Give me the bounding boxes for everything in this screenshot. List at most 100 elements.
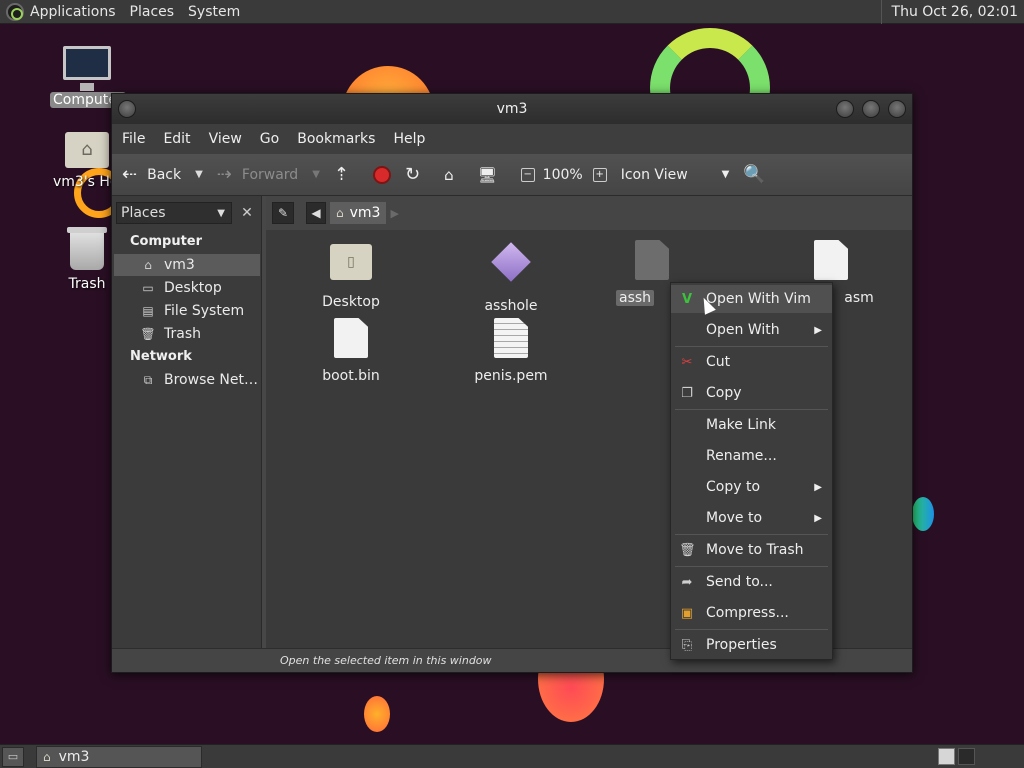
edit-icon: ✎ bbox=[277, 206, 289, 220]
drive-icon: ▤ bbox=[142, 304, 154, 318]
menu-go[interactable]: Go bbox=[260, 131, 279, 147]
up-button[interactable]: ⇡ bbox=[334, 164, 359, 185]
sidebar-type-label: Places bbox=[121, 205, 166, 221]
ctx-move-to[interactable]: Move to ▶ bbox=[671, 504, 832, 532]
ctx-copy[interactable]: ❐ Copy bbox=[671, 379, 832, 407]
view-mode-select[interactable]: Icon View ▼ bbox=[621, 167, 730, 183]
forward-history-dropdown[interactable]: ▼ bbox=[312, 169, 320, 180]
sidebar: Places ▼ ✕ Computer ⌂ vm3 ▭ Desktop ▤ Fi… bbox=[112, 196, 262, 648]
forward-button[interactable]: ⇢ Forward bbox=[217, 164, 298, 185]
ctx-compress[interactable]: ▣ Compress... bbox=[671, 599, 832, 627]
stop-button[interactable] bbox=[373, 165, 391, 184]
applications-menu[interactable]: Applications bbox=[30, 4, 116, 20]
chevron-down-icon: ▼ bbox=[721, 169, 730, 180]
sidebar-item-vm3[interactable]: ⌂ vm3 bbox=[114, 254, 260, 276]
menu-help[interactable]: Help bbox=[393, 131, 425, 147]
show-desktop-button[interactable]: ▭ bbox=[2, 746, 24, 767]
close-sidebar-icon[interactable]: ✕ bbox=[236, 202, 258, 224]
sidebar-item-browse-network[interactable]: ⧉ Browse Net… bbox=[114, 369, 260, 391]
ctx-properties[interactable]: ⎘ Properties bbox=[671, 631, 832, 659]
sidebar-item-desktop[interactable]: ▭ Desktop bbox=[114, 277, 260, 299]
zoom-level: 100% bbox=[542, 166, 583, 183]
path-crumb-current[interactable]: ⌂ vm3 bbox=[330, 202, 387, 224]
ctx-label: Make Link bbox=[706, 417, 776, 433]
ctx-label: Send to... bbox=[706, 574, 773, 590]
file-name: asshole bbox=[484, 298, 538, 314]
ctx-label: Open With bbox=[706, 322, 780, 338]
reload-button[interactable]: ↻ bbox=[405, 164, 430, 185]
menu-edit[interactable]: Edit bbox=[163, 131, 190, 147]
ctx-make-link[interactable]: Make Link bbox=[671, 411, 832, 439]
path-scroll-right-button[interactable]: ▶ bbox=[390, 207, 398, 220]
zoom-out-icon[interactable]: − bbox=[520, 167, 535, 182]
sidebar-item-label: Trash bbox=[164, 326, 201, 342]
text-file-icon bbox=[635, 240, 669, 280]
toolbar: ⇠ Back ▼ ⇢ Forward ▼ ⇡ ↻ ⌂ 🖥 − 100% + Ic… bbox=[112, 154, 912, 196]
ctx-label: Copy to bbox=[706, 479, 761, 495]
folder-icon: ▯ bbox=[330, 244, 372, 280]
sidebar-item-label: Desktop bbox=[164, 280, 222, 296]
ctx-move-to-trash[interactable]: 🗑 Move to Trash bbox=[671, 536, 832, 564]
file-item-asshole-asm[interactable]: assh bbox=[616, 240, 676, 306]
back-button[interactable]: ⇠ Back bbox=[122, 164, 181, 185]
ctx-rename[interactable]: Rename... bbox=[671, 442, 832, 470]
pathbar: ✎ ◀ ⌂ vm3 ▶ bbox=[266, 196, 912, 230]
workspace-1-button[interactable] bbox=[938, 748, 955, 765]
window-menu-button[interactable] bbox=[118, 100, 136, 118]
trash-icon bbox=[67, 227, 107, 270]
home-folder-icon: ⌂ bbox=[65, 132, 109, 168]
top-panel: Applications Places System Thu Oct 26, 0… bbox=[0, 0, 1024, 24]
menubar: File Edit View Go Bookmarks Help bbox=[112, 124, 912, 154]
home-icon: ⌂ bbox=[444, 165, 454, 184]
back-label: Back bbox=[147, 166, 182, 183]
home-folder-icon: ⌂ bbox=[336, 206, 344, 220]
ctx-copy-to[interactable]: Copy to ▶ bbox=[671, 473, 832, 501]
workspace-2-button[interactable] bbox=[958, 748, 975, 765]
wallpaper-blob-teal bbox=[912, 497, 934, 531]
stop-icon bbox=[373, 165, 391, 184]
close-button[interactable] bbox=[888, 100, 906, 118]
context-menu: V Open With Vim Open With ▶ ✂ Cut ❐ Copy… bbox=[670, 282, 833, 660]
submenu-arrow-icon: ▶ bbox=[814, 512, 822, 524]
sidebar-item-trash[interactable]: 🗑 Trash bbox=[114, 323, 260, 345]
ctx-send-to[interactable]: ➦ Send to... bbox=[671, 568, 832, 596]
copy-icon: ❐ bbox=[681, 385, 693, 401]
back-history-dropdown[interactable]: ▼ bbox=[195, 169, 203, 180]
taskbar-window-vm3[interactable]: ⌂ vm3 bbox=[36, 745, 202, 768]
file-item-desktop[interactable]: ▯ Desktop bbox=[296, 240, 406, 310]
file-item-asshole[interactable]: asshole bbox=[456, 240, 566, 314]
search-button[interactable]: 🔍 bbox=[743, 164, 775, 185]
search-icon: 🔍 bbox=[743, 164, 766, 185]
ctx-cut[interactable]: ✂ Cut bbox=[671, 348, 832, 376]
sidebar-type-select[interactable]: Places ▼ bbox=[116, 202, 232, 224]
menu-view[interactable]: View bbox=[209, 131, 242, 147]
toggle-location-entry-button[interactable]: ✎ bbox=[272, 202, 294, 224]
forward-arrow-icon: ⇢ bbox=[216, 164, 232, 185]
home-button[interactable]: ⌂ bbox=[444, 166, 464, 184]
maximize-button[interactable] bbox=[862, 100, 880, 118]
system-menu[interactable]: System bbox=[188, 4, 240, 20]
forward-label: Forward bbox=[241, 166, 299, 183]
send-icon: ➦ bbox=[681, 574, 693, 590]
path-scroll-left-button[interactable]: ◀ bbox=[306, 202, 326, 224]
file-item-penis-pem[interactable]: penis.pem bbox=[456, 318, 566, 384]
minimize-button[interactable] bbox=[836, 100, 854, 118]
places-menu[interactable]: Places bbox=[130, 4, 175, 20]
window-title: vm3 bbox=[496, 101, 528, 117]
ctx-label: Rename... bbox=[706, 448, 777, 464]
ctx-open-with-vim[interactable]: V Open With Vim bbox=[671, 285, 832, 313]
sidebar-heading-computer: Computer bbox=[130, 234, 203, 249]
distro-logo-icon[interactable] bbox=[6, 2, 24, 21]
ctx-open-with[interactable]: Open With ▶ bbox=[671, 316, 832, 344]
computer-button[interactable]: 🖥 bbox=[478, 166, 507, 184]
file-item-boot-bin[interactable]: boot.bin bbox=[296, 318, 406, 384]
zoom-in-icon[interactable]: + bbox=[592, 167, 607, 182]
window-titlebar[interactable]: vm3 bbox=[112, 94, 912, 124]
menu-file[interactable]: File bbox=[122, 131, 145, 147]
ctx-label: Cut bbox=[706, 354, 731, 370]
submenu-arrow-icon: ▶ bbox=[814, 324, 822, 336]
menu-bookmarks[interactable]: Bookmarks bbox=[297, 131, 375, 147]
clock[interactable]: Thu Oct 26, 02:01 bbox=[880, 0, 1024, 24]
chevron-down-icon: ▼ bbox=[217, 207, 225, 219]
sidebar-item-filesystem[interactable]: ▤ File System bbox=[114, 300, 260, 322]
